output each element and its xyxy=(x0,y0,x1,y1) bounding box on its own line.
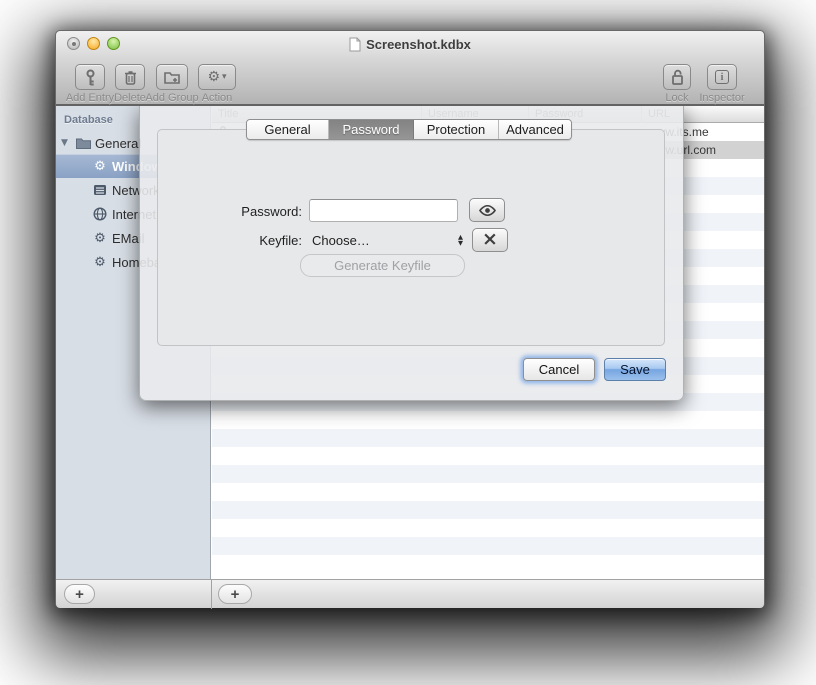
keyfile-popup[interactable]: Choose… ▲ ▼ xyxy=(308,228,466,252)
eye-icon xyxy=(478,204,497,217)
folder-icon xyxy=(75,135,91,151)
action-label: Action xyxy=(187,92,247,104)
inspector-label: Inspector xyxy=(692,92,752,104)
chevron-down-icon: ▾ xyxy=(222,72,227,82)
inspector-button[interactable]: i Inspector xyxy=(692,64,752,104)
add-group-plus-button[interactable]: + xyxy=(64,584,95,604)
plus-icon: + xyxy=(75,586,84,603)
stepper-icon: ▲ ▼ xyxy=(455,230,466,250)
trash-icon xyxy=(124,70,137,85)
tab-protection[interactable]: Protection xyxy=(414,120,499,139)
tab-password[interactable]: Password xyxy=(329,120,414,139)
bottom-bar-divider xyxy=(211,580,212,609)
gear-icon: ⚙ xyxy=(92,254,108,270)
document-icon xyxy=(349,37,361,52)
plus-icon: + xyxy=(231,586,240,603)
info-icon: i xyxy=(715,70,729,84)
tab-advanced[interactable]: Advanced xyxy=(499,120,571,139)
add-entry-plus-button[interactable]: + xyxy=(218,584,252,604)
tab-bar: General Password Protection Advanced xyxy=(246,119,572,140)
app-window: Screenshot.kdbx Add Entry Delete Add Gro… xyxy=(55,30,765,608)
password-label: Password: xyxy=(200,204,302,219)
x-icon: × xyxy=(482,228,498,250)
gear-icon: ⚙ xyxy=(207,69,220,85)
generate-keyfile-button[interactable]: Generate Keyfile xyxy=(300,254,465,277)
sidebar-section-header: Database xyxy=(64,114,113,126)
cancel-button[interactable]: Cancel xyxy=(523,358,595,381)
keyfile-popup-value: Choose… xyxy=(308,233,370,248)
show-password-button[interactable] xyxy=(469,198,505,222)
window-title: Screenshot.kdbx xyxy=(366,37,471,52)
gear-icon: ⚙ xyxy=(92,158,108,174)
save-button[interactable]: Save xyxy=(604,358,666,381)
disclosure-triangle-icon[interactable]: ▼ xyxy=(61,138,68,148)
password-input[interactable] xyxy=(309,199,458,222)
key-icon xyxy=(85,69,96,86)
bottom-bar: + + xyxy=(56,579,764,608)
entry-edit-sheet: General Password Protection Advanced Pas… xyxy=(139,106,684,401)
action-button[interactable]: ⚙ ▾ Action xyxy=(187,64,247,104)
window-chrome: Screenshot.kdbx Add Entry Delete Add Gro… xyxy=(56,31,764,106)
tab-general[interactable]: General xyxy=(247,120,329,139)
clear-keyfile-button[interactable]: × xyxy=(472,228,508,252)
keyfile-label: Keyfile: xyxy=(200,233,302,248)
folder-plus-icon xyxy=(164,70,180,84)
unlock-icon xyxy=(671,69,684,85)
content-area: Database ▼ General ⚙ Windows 2 Network xyxy=(56,106,764,579)
network-icon xyxy=(92,182,108,198)
sidebar-item-label: General xyxy=(95,136,141,151)
titlebar: Screenshot.kdbx xyxy=(56,34,764,54)
stepper-down-icon: ▼ xyxy=(458,240,463,246)
gear-icon: ⚙ xyxy=(92,230,108,246)
globe-icon xyxy=(92,206,108,222)
